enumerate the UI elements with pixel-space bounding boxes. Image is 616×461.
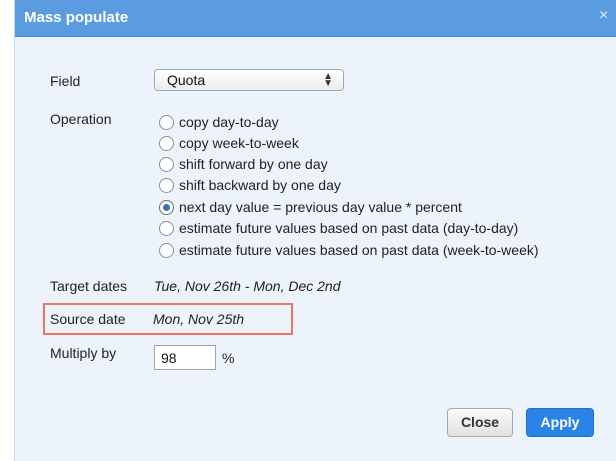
radio-button[interactable] <box>159 115 174 130</box>
close-icon[interactable]: × <box>599 7 608 25</box>
dialog-title: Mass populate <box>24 9 129 26</box>
target-dates-label: Target dates <box>50 278 128 294</box>
field-select[interactable]: Quota ▲ ▼ <box>154 69 344 91</box>
source-date-label: Source date <box>50 311 126 327</box>
radio-button[interactable] <box>159 136 174 151</box>
target-dates-value: Tue, Nov 26th - Mon, Dec 2nd <box>154 278 341 294</box>
field-label: Field <box>50 73 81 89</box>
radio-label: copy day-to-day <box>179 114 279 130</box>
radio-button[interactable] <box>159 178 174 193</box>
percent-unit: % <box>222 350 235 366</box>
dialog-titlebar: Mass populate × <box>15 0 616 37</box>
radio-label: next day value = previous day value * pe… <box>179 199 462 215</box>
close-button[interactable]: Close <box>447 408 513 437</box>
radio-button[interactable] <box>159 221 174 236</box>
operation-label: Operation <box>50 111 112 127</box>
mass-populate-dialog: Mass populate × Field Quota ▲ ▼ Operation… <box>14 0 616 461</box>
select-arrows-icon: ▲ ▼ <box>323 71 333 89</box>
radio-label: estimate future values based on past dat… <box>179 220 519 236</box>
multiply-by-input[interactable] <box>154 345 216 370</box>
multiply-by-label: Multiply by <box>50 345 117 361</box>
apply-button[interactable]: Apply <box>526 408 594 437</box>
radio-label: estimate future values based on past dat… <box>179 242 539 258</box>
radio-button[interactable] <box>159 157 174 172</box>
radio-label: shift forward by one day <box>179 156 328 172</box>
radio-button-checked[interactable] <box>159 200 174 215</box>
source-date-value: Mon, Nov 25th <box>153 311 245 327</box>
radio-label: copy week-to-week <box>179 135 299 151</box>
radio-button[interactable] <box>159 243 174 258</box>
field-select-value: Quota <box>167 72 206 88</box>
radio-label: shift backward by one day <box>179 177 341 193</box>
radio-dot-icon <box>163 204 170 211</box>
